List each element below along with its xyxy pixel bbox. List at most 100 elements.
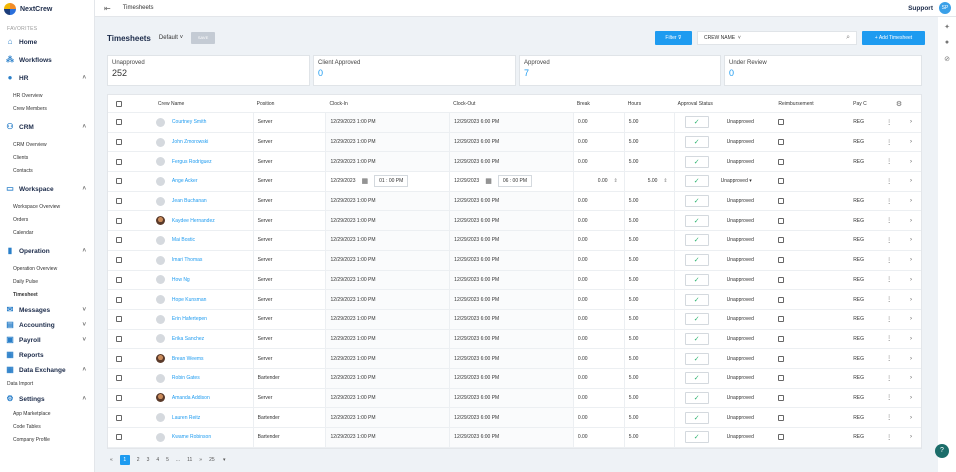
approve-check-icon[interactable]: ✓ [684, 214, 709, 227]
nav-company-profile[interactable]: Company Profile [0, 434, 94, 447]
hours-cell[interactable]: 5.00 [623, 329, 674, 349]
table-row[interactable]: Brean Weems Server 12/29/2023 1:00 PM 12/29… [108, 349, 921, 369]
nav-app-marketplace[interactable]: App Marketplace [0, 408, 94, 421]
more-options-icon[interactable]: ⋮ [886, 139, 892, 146]
clock-in-cell[interactable]: 12/29/2023 1:00 PM [325, 408, 450, 427]
approve-check-icon[interactable]: ✓ [684, 234, 709, 247]
crew-name-link[interactable]: How Ng [172, 277, 190, 283]
table-row[interactable]: Fergus Rodriguez Server 12/29/2023 1:00 PM… [108, 152, 921, 173]
clock-out-cell[interactable]: 12/29/2023 6:00 PM [449, 388, 573, 408]
more-options-icon[interactable]: ⋮ [886, 394, 892, 401]
approve-check-icon[interactable]: ✓ [684, 391, 709, 404]
row-checkbox[interactable] [116, 335, 122, 342]
table-row[interactable]: How Ng Server 12/29/2023 1:00 PM 12/29/2023… [108, 270, 921, 291]
crew-name-link[interactable]: John Zmorowski [172, 139, 208, 145]
clock-in-cell[interactable]: 12/29/2023 1:00 PM [325, 231, 450, 250]
card-client-approved[interactable]: Client Approved 0 [313, 55, 516, 86]
clock-out-cell[interactable]: 12/29/2023 6:00 PM [449, 309, 573, 329]
row-checkbox[interactable] [116, 296, 122, 303]
clock-in-cell[interactable]: 12/29/2023 1:00 PM [325, 290, 450, 309]
hours-cell[interactable]: 5.00 [623, 270, 674, 290]
more-options-icon[interactable]: ⋮ [886, 217, 892, 224]
clock-in-date[interactable]: 12/29/2023 [330, 178, 355, 184]
stepper-icon[interactable]: ⇕ [663, 178, 667, 184]
crew-name-link[interactable]: Kaydee Hernandez [172, 218, 215, 224]
approve-check-icon[interactable]: ✓ [684, 136, 709, 149]
rocket-icon[interactable]: ✦ [938, 23, 956, 33]
support-link[interactable]: Support [908, 5, 933, 12]
approve-check-icon[interactable]: ✓ [684, 352, 709, 365]
reimbursement-checkbox[interactable] [778, 335, 785, 342]
more-options-icon[interactable]: ⋮ [886, 178, 892, 185]
col-clock-in[interactable]: Clock-In [325, 95, 450, 112]
page-button[interactable]: 1 [119, 455, 130, 465]
more-options-icon[interactable]: ⋮ [886, 316, 892, 323]
nav-code-tables[interactable]: Code Tables [0, 421, 94, 434]
chevron-right-icon[interactable]: › [910, 119, 912, 125]
row-checkbox[interactable] [116, 316, 122, 323]
more-options-icon[interactable]: ⋮ [886, 434, 892, 441]
row-checkbox[interactable] [116, 178, 122, 185]
more-options-icon[interactable]: ⋮ [886, 237, 892, 244]
clock-in-cell[interactable]: 12/29/2023 1:00 PM [325, 428, 450, 447]
chevron-right-icon[interactable]: › [910, 178, 912, 184]
nav-clients[interactable]: Clients [0, 152, 94, 165]
reimbursement-checkbox[interactable] [778, 178, 785, 185]
clock-in-cell[interactable]: 12/29/2023 1:00 PM [325, 388, 450, 408]
more-options-icon[interactable]: ⋮ [886, 276, 892, 283]
row-checkbox[interactable] [116, 217, 122, 224]
more-options-icon[interactable]: ⋮ [886, 296, 892, 303]
nav-data-import[interactable]: Data Import [0, 378, 94, 391]
chevron-right-icon[interactable]: › [910, 297, 912, 303]
filter-button[interactable]: Filter ⊽ [655, 31, 692, 45]
crew-name-link[interactable]: Lauren Reitz [172, 415, 200, 421]
crew-name-link[interactable]: Brean Weems [172, 356, 204, 362]
nav-data-exchange[interactable]: ▦ Data Exchange ˄ [0, 364, 94, 376]
check-circle-icon[interactable]: ⊘ [938, 55, 956, 65]
row-checkbox[interactable] [116, 198, 122, 205]
page-button[interactable]: 2 [137, 457, 140, 463]
break-cell[interactable]: 0.00 [572, 309, 624, 329]
hours-cell[interactable]: 5.00 [623, 388, 674, 408]
clock-out-cell[interactable]: 12/29/2023 6:00 PM [449, 231, 573, 250]
row-checkbox[interactable] [116, 414, 122, 421]
clock-out-cell[interactable]: 12/29/2023 6:00 PM [449, 329, 573, 349]
chevron-right-icon[interactable]: › [910, 277, 912, 283]
clock-out-cell[interactable]: 12/29/2023 6:00 PM [449, 113, 573, 132]
approve-check-icon[interactable]: ✓ [684, 116, 709, 129]
approve-check-icon[interactable]: ✓ [684, 155, 709, 168]
clock-in-cell[interactable]: 12/29/2023 1:00 PM [325, 211, 450, 231]
table-row[interactable]: Ange Acker Server 12/29/2023 ▦ 01 : 00 PM 12/… [108, 172, 921, 192]
clock-out-cell[interactable]: 12/29/2023 6:00 PM [449, 408, 573, 427]
reimbursement-checkbox[interactable] [778, 119, 785, 126]
per-page-select[interactable]: 25 ▾ [209, 457, 225, 463]
calendar-icon[interactable]: ▦ [485, 177, 492, 185]
nav-daily-pulse[interactable]: Daily Pulse [0, 276, 94, 289]
reimbursement-checkbox[interactable] [778, 296, 785, 303]
chevron-right-icon[interactable]: › [910, 356, 912, 362]
reimbursement-checkbox[interactable] [778, 394, 785, 401]
nav-workspace[interactable]: ▭ Workspace ˄ [0, 183, 94, 195]
page-button[interactable]: 4 [156, 457, 159, 463]
card-approved[interactable]: Approved 7 [519, 55, 721, 86]
table-row[interactable]: John Zmorowski Server 12/29/2023 1:00 PM 12… [108, 132, 921, 153]
nav-messages[interactable]: ✉ Messages ˅ [0, 304, 94, 316]
crew-name-search[interactable]: CREW NAME ˅ ⌕ [697, 31, 857, 45]
reimbursement-checkbox[interactable] [778, 414, 785, 421]
row-checkbox[interactable] [116, 375, 122, 382]
nav-workspace-overview[interactable]: Workspace Overview [0, 201, 94, 214]
collapse-sidebar-icon[interactable]: ⇤ [104, 4, 111, 13]
break-cell[interactable]: 0.00 [572, 113, 624, 132]
reimbursement-checkbox[interactable] [778, 217, 785, 224]
hours-cell[interactable]: 5.00 [623, 408, 674, 427]
calendar-icon[interactable]: ▦ [362, 177, 369, 185]
avatar[interactable]: SP [939, 2, 951, 14]
clock-out-cell[interactable]: 12/29/2023 6:00 PM [449, 270, 573, 290]
crew-name-link[interactable]: Courtney Smith [172, 119, 206, 125]
approve-check-icon[interactable]: ✓ [684, 313, 709, 326]
hours-input[interactable]: 5.00 [648, 178, 658, 184]
col-position[interactable]: Position [253, 95, 326, 112]
break-cell[interactable]: 0.00 [572, 329, 624, 349]
col-clock-out[interactable]: Clock-Out [449, 95, 573, 112]
table-row[interactable]: Hope Kunsman Server 12/29/2023 1:00 PM 12/2… [108, 290, 921, 310]
